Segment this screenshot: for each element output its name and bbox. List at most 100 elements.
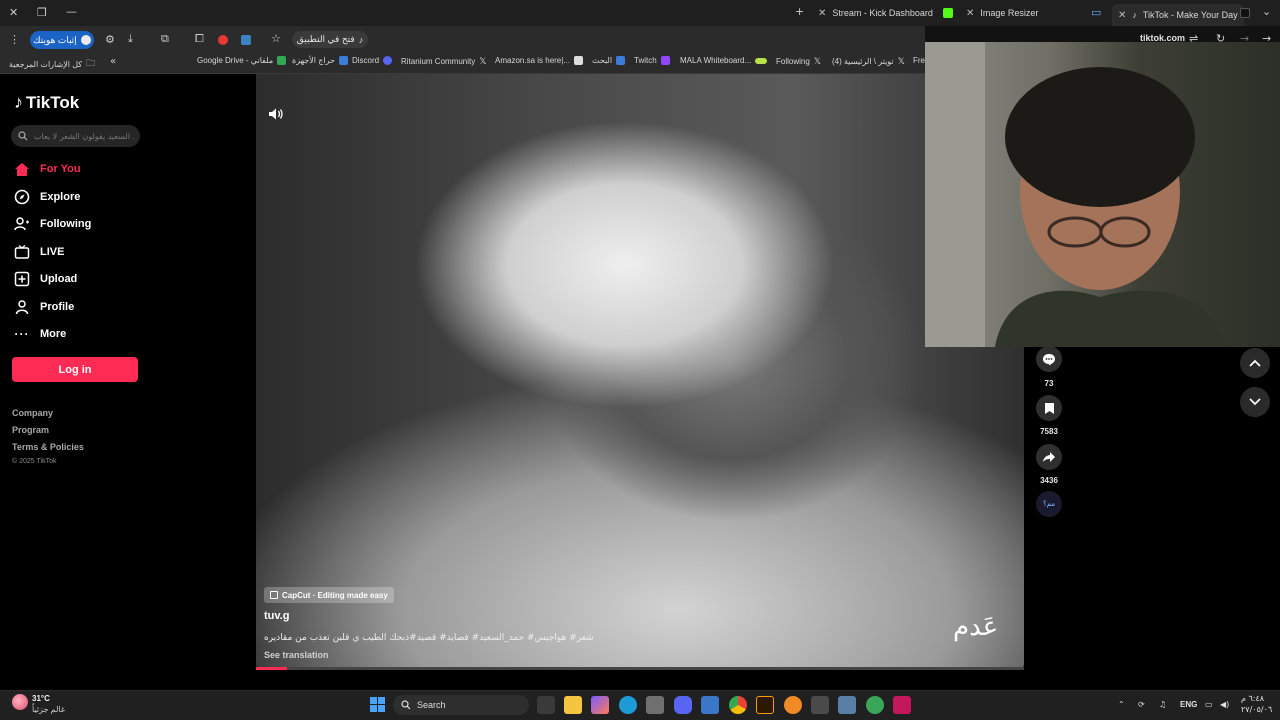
restore-window-icon[interactable]: ❐	[37, 6, 47, 19]
previous-video-button[interactable]	[1240, 348, 1270, 378]
open-in-app-button[interactable]: فتح في التطبيق ♪	[292, 31, 368, 48]
minimize-window-icon[interactable]: —	[66, 5, 77, 18]
blender-icon[interactable]	[784, 696, 802, 714]
bookmark-following[interactable]: Following 𝕏	[776, 56, 821, 67]
video-author[interactable]: tuv.g	[264, 610, 289, 622]
volume-tray-icon[interactable]: ◀)	[1220, 700, 1229, 709]
login-button[interactable]: Log in	[12, 357, 138, 382]
footer-terms[interactable]: Terms & Policies	[12, 442, 84, 452]
bookmark-twitch[interactable]: Twitch	[634, 56, 670, 65]
tiktok-logo[interactable]: ♪ TikTok	[14, 92, 79, 113]
search-box[interactable]	[11, 125, 140, 147]
nav-explore[interactable]: Explore	[14, 189, 80, 205]
calendar-icon[interactable]	[811, 696, 829, 714]
webcam-overlay	[925, 42, 1280, 347]
download-icon[interactable]: ⤓	[128, 32, 133, 46]
bookmark-discord[interactable]: Discord	[352, 56, 393, 65]
share-button[interactable]	[1036, 444, 1062, 470]
puzzle-icon[interactable]: ⧠	[195, 32, 204, 46]
tab-image-resizer[interactable]: ✕ Image Resizer	[966, 4, 1038, 22]
bookmark-google-drive[interactable]: Google Drive - ملفاتي	[197, 56, 287, 65]
nav-more[interactable]: ··· More	[14, 326, 67, 342]
app-window-icon[interactable]	[838, 696, 856, 714]
verify-identity-button[interactable]: إثبات هويتك	[30, 31, 94, 49]
bookmark-haraj[interactable]: حراج الأجهزة	[292, 56, 348, 65]
bookmark-search[interactable]: البحث	[592, 56, 626, 65]
footer-company[interactable]: Company	[12, 408, 53, 418]
taskbar-search-label: Search	[417, 700, 446, 710]
footer-copyright: © 2025 TikTok	[12, 458, 57, 465]
nav-upload[interactable]: Upload	[14, 271, 77, 287]
mail-icon[interactable]	[701, 696, 719, 714]
taskbar-search[interactable]: Search	[393, 695, 529, 715]
discord-icon[interactable]	[674, 696, 692, 714]
network-icon[interactable]: ▭	[1205, 700, 1213, 709]
copilot-icon[interactable]	[591, 696, 609, 714]
language-indicator[interactable]: ENG	[1180, 700, 1197, 709]
browser-tab-bar: ✕ ❐ — + ✕ Stream - Kick Dashboard ✕ Imag…	[0, 0, 1280, 26]
bookmark-all[interactable]: كل الإشارات المرجعية 🗀	[9, 56, 95, 72]
tiktok-icon: ♪	[1132, 10, 1137, 20]
bookmark-label: تويتر \ الرئيسية (4)	[832, 57, 894, 66]
nav-following[interactable]: Following	[14, 216, 91, 232]
video-player[interactable]	[256, 74, 1024, 670]
chevron-down-icon	[1249, 398, 1261, 406]
menu-icon[interactable]: ⋮	[9, 33, 20, 46]
footer-program[interactable]: Program	[12, 425, 49, 435]
save-button[interactable]	[1036, 395, 1062, 421]
split-view-icon[interactable]: ▭	[1091, 6, 1101, 19]
bookmark-mala[interactable]: MALA Whiteboard...	[680, 56, 768, 65]
file-explorer-icon[interactable]	[564, 696, 582, 714]
screenshot-icon[interactable]: ⧉	[161, 32, 169, 46]
store-icon[interactable]	[646, 696, 664, 714]
volume-icon[interactable]	[268, 107, 284, 126]
double-chevron-icon[interactable]: «	[110, 56, 116, 67]
bookmark-amazon[interactable]: Amazon.sa is here|...	[495, 56, 583, 65]
close-icon[interactable]: ✕	[1118, 10, 1126, 21]
capcut-badge[interactable]: CapCut · Editing made easy	[264, 587, 394, 603]
tray-chevron-icon[interactable]: ⌃	[1118, 700, 1125, 709]
extension-red-icon[interactable]	[218, 35, 228, 45]
extensions-icon[interactable]: ⚙	[105, 33, 115, 46]
tab-label: Image Resizer	[980, 8, 1039, 18]
tray-mic-icon[interactable]: ♫	[1159, 700, 1166, 709]
illustrator-icon[interactable]	[756, 696, 774, 714]
tray-sync-icon[interactable]: ⟳	[1138, 700, 1145, 709]
clock-date[interactable]: ٢٧/٠٥/٠٦	[1241, 705, 1272, 714]
sound-disc[interactable]: مم؟	[1036, 491, 1062, 517]
nav-label: More	[40, 328, 67, 340]
new-tab-icon[interactable]: +	[795, 5, 804, 18]
see-translation-link[interactable]: See translation	[264, 650, 329, 660]
clock-time[interactable]: ٦:٤٨ م	[1241, 694, 1264, 703]
comment-button[interactable]	[1036, 346, 1062, 372]
x-icon: 𝕏	[813, 56, 822, 66]
bookmark-twitter-home[interactable]: تويتر \ الرئيسية (4) 𝕏	[832, 56, 905, 67]
bookmark-ritanium[interactable]: Ritanium Community 𝕏	[401, 56, 487, 67]
tab-search-icon[interactable]: ⌄	[1262, 5, 1271, 18]
nav-live[interactable]: LIVE	[14, 244, 64, 260]
weather-icon[interactable]	[12, 694, 28, 710]
progress-fill	[256, 667, 287, 670]
tab-tiktok[interactable]: ✕ ♪ TikTok - Make Your Day	[1112, 4, 1244, 26]
weather-temp[interactable]: 31°C	[32, 694, 50, 703]
capcut-icon	[270, 591, 278, 599]
chrome-icon[interactable]	[729, 696, 747, 714]
tab-kick-dashboard[interactable]: ✕ Stream - Kick Dashboard	[818, 4, 933, 22]
edge-icon[interactable]	[619, 696, 637, 714]
search-input[interactable]	[34, 131, 134, 141]
obs-icon[interactable]	[866, 696, 884, 714]
close-window-icon[interactable]: ✕	[9, 6, 18, 19]
close-icon[interactable]: ✕	[966, 8, 974, 19]
nav-profile[interactable]: Profile	[14, 299, 74, 315]
extension-blue-icon[interactable]	[241, 35, 251, 45]
bookmark-label: Google Drive - ملفاتي	[197, 56, 274, 65]
active-app-icon[interactable]	[893, 696, 911, 714]
nav-for-you[interactable]: For You	[14, 161, 81, 177]
windows-taskbar	[0, 690, 1280, 720]
video-progress-bar[interactable]	[256, 667, 1024, 670]
close-icon[interactable]: ✕	[818, 8, 826, 19]
star-icon[interactable]: ☆	[271, 32, 281, 45]
windows-start-icon[interactable]	[370, 697, 385, 712]
next-video-button[interactable]	[1240, 387, 1270, 417]
task-view-icon[interactable]	[537, 696, 555, 714]
